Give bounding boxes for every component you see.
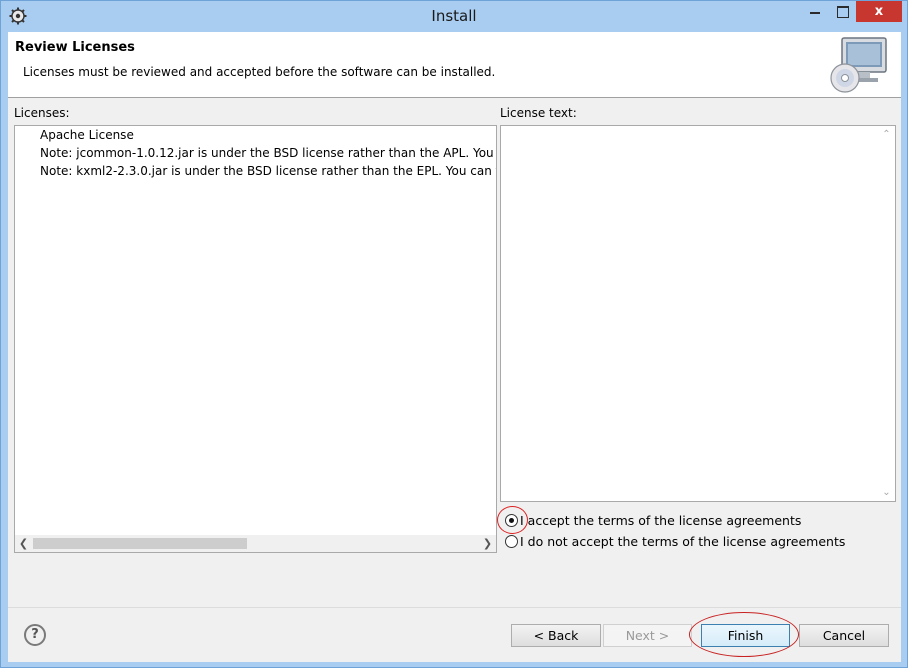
tree-item-jcommon-note[interactable]: Note: jcommon-1.0.12.jar is under the BS… (40, 144, 496, 162)
decline-terms-label[interactable]: I do not accept the terms of the license… (520, 534, 845, 549)
maximize-button[interactable] (829, 1, 855, 22)
license-text-area[interactable]: ⌃ ⌄ (500, 125, 896, 502)
licenses-label: Licenses: (14, 106, 70, 120)
radio-unselected-icon[interactable] (505, 534, 518, 548)
tree-item-apache-license[interactable]: Apache License (40, 126, 134, 144)
scroll-down-icon[interactable]: ⌄ (878, 484, 895, 501)
title-bar[interactable]: Install x (1, 1, 907, 32)
next-button[interactable]: Next > (603, 624, 692, 647)
cancel-button[interactable]: Cancel (799, 624, 889, 647)
license-text-vertical-scrollbar[interactable]: ⌃ ⌄ (878, 126, 895, 501)
close-button[interactable]: x (856, 1, 902, 22)
scroll-up-icon[interactable]: ⌃ (878, 126, 895, 143)
window-title: Install (431, 7, 477, 25)
scrollbar-thumb[interactable] (33, 538, 247, 549)
annotation-ring-accept (497, 506, 528, 534)
licenses-horizontal-scrollbar[interactable]: ❮ ❯ (15, 535, 496, 552)
page-title: Review Licenses (15, 40, 135, 55)
dialog-body: Review Licenses Licenses must be reviewe… (8, 32, 901, 662)
scroll-right-icon[interactable]: ❯ (479, 535, 496, 552)
minimize-button[interactable] (801, 1, 829, 22)
back-button[interactable]: < Back (511, 624, 601, 647)
license-text-label: License text: (500, 106, 577, 120)
tree-item-kxml2-note[interactable]: Note: kxml2-2.3.0.jar is under the BSD l… (40, 162, 496, 180)
wizard-header: Review Licenses Licenses must be reviewe… (8, 32, 901, 98)
accept-terms-radio[interactable]: I accept the terms of the license agreem… (505, 510, 801, 530)
licenses-tree[interactable]: Apache License Note: jcommon-1.0.12.jar … (14, 125, 497, 553)
monitor-cd-icon (830, 37, 887, 93)
annotation-ring-finish (689, 612, 799, 657)
help-icon[interactable]: ? (24, 624, 46, 646)
footer-separator (8, 607, 901, 608)
scroll-left-icon[interactable]: ❮ (15, 535, 32, 552)
page-description: Licenses must be reviewed and accepted b… (23, 65, 496, 79)
decline-terms-radio[interactable]: I do not accept the terms of the license… (505, 531, 845, 551)
accept-terms-label[interactable]: I accept the terms of the license agreem… (520, 513, 801, 528)
install-window: Install x Review Licenses Licenses must … (0, 0, 908, 668)
